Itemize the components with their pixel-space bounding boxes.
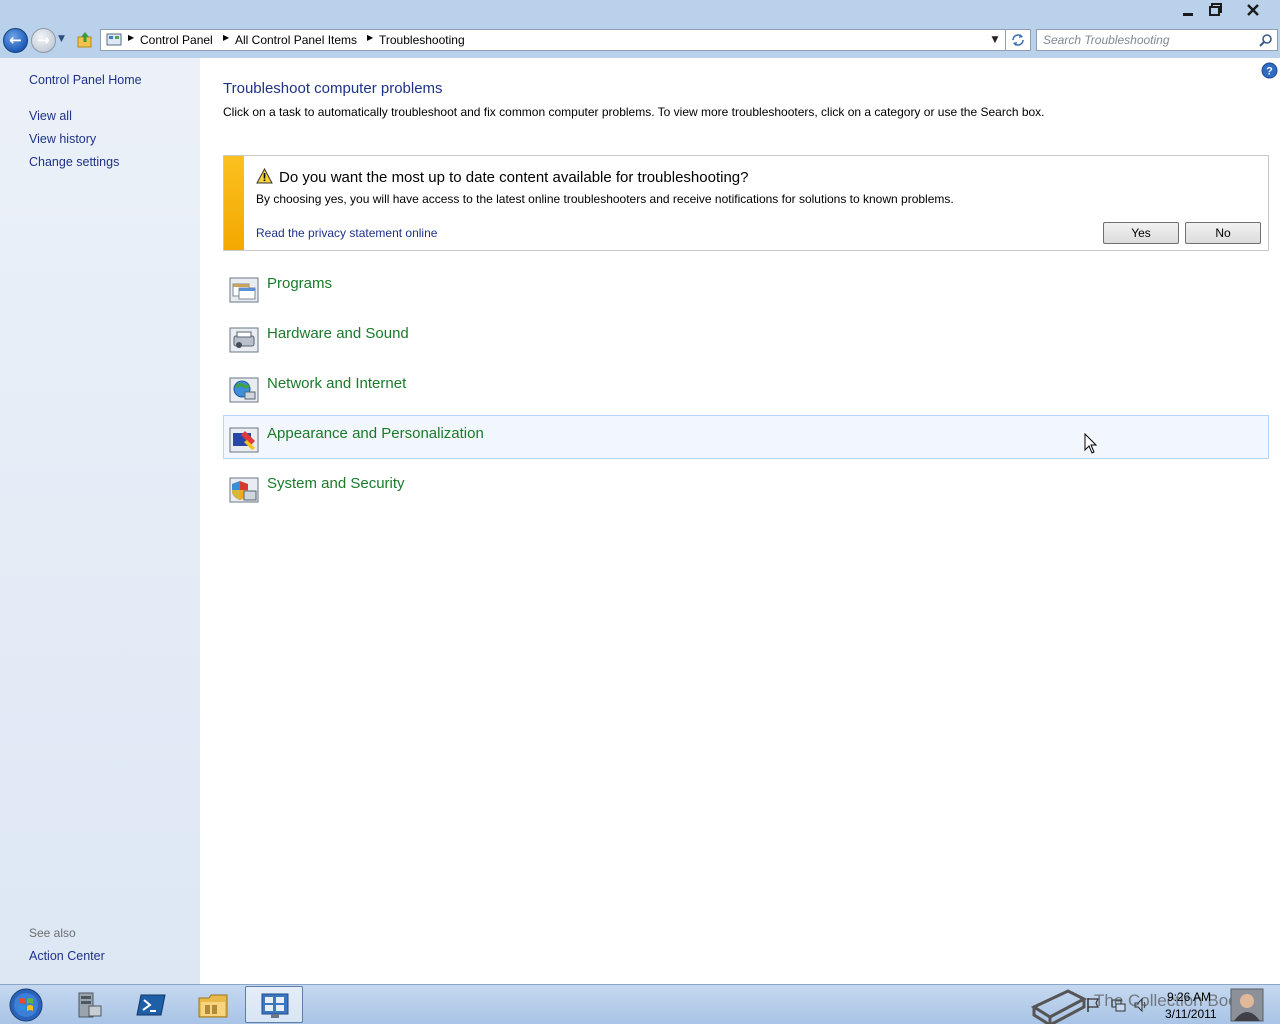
help-icon[interactable]: ? xyxy=(1261,62,1278,79)
category-label[interactable]: Appearance and Personalization xyxy=(267,425,484,442)
appearance-icon xyxy=(229,427,259,453)
hardware-sound-icon xyxy=(229,327,259,353)
refresh-button[interactable] xyxy=(1006,29,1031,51)
category-label[interactable]: Hardware and Sound xyxy=(267,325,409,342)
arrow-right-icon: → xyxy=(37,31,50,49)
clock-date[interactable]: 3/11/2011 xyxy=(1165,1007,1217,1021)
sidebar-item-view-history[interactable]: View history xyxy=(29,132,96,146)
category-label[interactable]: System and Security xyxy=(267,475,405,492)
refresh-icon xyxy=(1012,34,1024,46)
breadcrumb-separator-icon: ▶ xyxy=(128,33,135,42)
privacy-statement-link[interactable]: Read the privacy statement online xyxy=(256,226,437,240)
category-appearance-and-personalization[interactable]: Appearance and Personalization xyxy=(223,415,1269,459)
category-system-and-security[interactable]: System and Security xyxy=(223,465,1269,509)
restore-icon xyxy=(1209,3,1222,16)
control-panel-icon xyxy=(106,33,122,46)
page-title: Troubleshoot computer problems xyxy=(223,80,443,97)
chevron-down-icon: ▼ xyxy=(991,35,999,45)
sidebar-item-change-settings[interactable]: Change settings xyxy=(29,155,119,169)
sidebar: Control Panel Home View all View history… xyxy=(0,58,200,984)
window-titlebar xyxy=(0,0,1280,22)
breadcrumb-all-items[interactable]: All Control Panel Items xyxy=(235,33,357,47)
taskbar-powershell[interactable] xyxy=(122,986,180,1023)
taskbar-control-panel[interactable] xyxy=(245,986,303,1023)
close-icon xyxy=(1247,4,1259,16)
breadcrumb-control-panel[interactable]: Control Panel xyxy=(140,33,213,47)
search-input[interactable]: Search Troubleshooting xyxy=(1036,29,1278,51)
address-bar[interactable]: ▶ Control Panel ▶ All Control Panel Item… xyxy=(100,29,1006,51)
forward-button[interactable]: → xyxy=(31,28,56,53)
category-programs[interactable]: Programs xyxy=(223,265,1269,309)
breadcrumb-separator-icon: ▶ xyxy=(223,33,230,42)
programs-icon xyxy=(229,277,259,303)
infobar-stripe xyxy=(224,156,244,250)
warning-icon xyxy=(256,168,273,184)
svg-text:?: ? xyxy=(1266,66,1273,78)
category-hardware-and-sound[interactable]: Hardware and Sound xyxy=(223,315,1269,359)
clock-time[interactable]: 9:26 AM xyxy=(1167,990,1211,1004)
yes-button[interactable]: Yes xyxy=(1103,222,1179,244)
powershell-icon xyxy=(136,994,166,1016)
server-manager-icon xyxy=(78,992,102,1018)
network-internet-icon xyxy=(229,377,259,403)
sidebar-item-action-center[interactable]: Action Center xyxy=(29,949,105,963)
taskbar: The Collection Book 9:26 AM 3/11/2011 xyxy=(0,984,1280,1024)
folder-icon xyxy=(198,994,228,1018)
user-avatar-icon[interactable] xyxy=(1230,987,1264,1023)
online-content-infobar: Do you want the most up to date content … xyxy=(223,155,1269,251)
search-icon[interactable] xyxy=(1259,33,1273,47)
start-button[interactable] xyxy=(6,987,46,1023)
address-dropdown-button[interactable]: ▼ xyxy=(985,30,1005,50)
close-button[interactable] xyxy=(1238,0,1268,20)
main-content: ? Troubleshoot computer problems Click o… xyxy=(200,58,1280,984)
category-label[interactable]: Programs xyxy=(267,275,332,292)
minimize-icon xyxy=(1183,13,1193,16)
category-label[interactable]: Network and Internet xyxy=(267,375,406,392)
sidebar-control-panel-home[interactable]: Control Panel Home xyxy=(29,73,142,87)
minimize-button[interactable] xyxy=(1173,0,1203,20)
see-also-heading: See also xyxy=(29,926,76,940)
volume-icon[interactable] xyxy=(1133,997,1149,1013)
taskbar-windows-explorer[interactable] xyxy=(184,986,242,1023)
back-button[interactable]: ← xyxy=(3,28,28,53)
sidebar-item-view-all[interactable]: View all xyxy=(29,109,72,123)
no-button[interactable]: No xyxy=(1185,222,1261,244)
breadcrumb-troubleshooting[interactable]: Troubleshooting xyxy=(379,33,465,47)
network-icon[interactable] xyxy=(1110,997,1126,1013)
navigation-bar: ← → ▼ ▶ Control Panel ▶ All Control Pane… xyxy=(0,22,1280,58)
system-security-icon xyxy=(229,477,259,503)
category-network-and-internet[interactable]: Network and Internet xyxy=(223,365,1269,409)
breadcrumb-separator-icon: ▶ xyxy=(367,33,374,42)
infobar-body: By choosing yes, you will have access to… xyxy=(256,192,954,206)
taskbar-server-manager[interactable] xyxy=(60,986,118,1023)
search-placeholder: Search Troubleshooting xyxy=(1043,33,1170,47)
flag-icon[interactable] xyxy=(1085,997,1101,1013)
restore-button[interactable] xyxy=(1201,0,1231,20)
arrow-left-icon: ← xyxy=(9,31,22,49)
recent-pages-button[interactable]: ▼ xyxy=(58,34,68,46)
page-description: Click on a task to automatically trouble… xyxy=(223,105,1045,119)
mouse-cursor-icon xyxy=(1084,433,1098,454)
control-panel-icon xyxy=(261,993,289,1018)
chevron-down-icon: ▼ xyxy=(58,34,65,44)
up-folder-icon[interactable] xyxy=(76,31,94,49)
infobar-title: Do you want the most up to date content … xyxy=(279,169,749,186)
